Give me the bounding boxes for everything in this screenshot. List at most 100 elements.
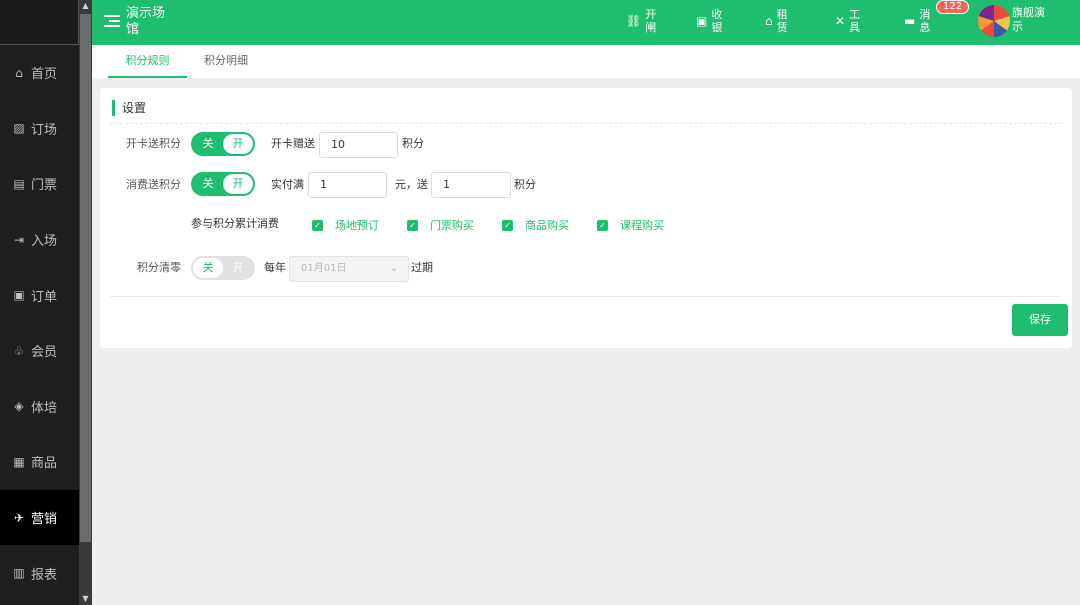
toggle-off-label: 关 — [202, 137, 214, 150]
checkmark-icon: ✓ — [312, 219, 323, 231]
sidebar: ⌂ 首页 ▨ 订场 ▤ 门票 ⇥ 入场 ▣ 订单 ♧ 会员 ◈ 体培 ▦ 商品 ✈ 营销 ▥ 报表 — [0, 0, 79, 605]
sidebar-item-goods[interactable]: ▦ 商品 — [0, 434, 79, 490]
spend-points-input[interactable]: 1 — [431, 172, 511, 198]
scroll-down-arrow-icon[interactable]: ▼ — [79, 593, 92, 605]
rent-button[interactable]: ⌂ 租赁 — [765, 8, 789, 34]
checkbox-label: 课程购买 — [620, 219, 664, 232]
accumulate-label: 参与积分累计消费 — [191, 217, 279, 230]
toggle-off-label: 关 — [202, 177, 214, 190]
spend-points-unit: 积分 — [514, 178, 536, 191]
checkbox-ticket-purchase[interactable]: ✓ 门票购买 — [407, 217, 474, 233]
sidebar-menu: ⌂ 首页 ▨ 订场 ▤ 门票 ⇥ 入场 ▣ 订单 ♧ 会员 ◈ 体培 ▦ 商品 ✈ 营销 ▥ 报表 — [0, 45, 79, 601]
sidebar-item-label: 会员 — [31, 345, 58, 361]
tab-points-rules[interactable]: 积分规则 — [108, 45, 187, 78]
card-points-unit: 积分 — [402, 137, 424, 150]
member-icon: ♧ — [13, 343, 25, 358]
section-title: 设置 — [112, 100, 146, 116]
tool-label: 收银 — [711, 8, 723, 34]
spend-points-label: 消费送积分 — [126, 178, 181, 191]
goods-icon: ▦ — [13, 454, 25, 469]
user-name[interactable]: 旗舰演示 — [1012, 6, 1052, 34]
message-button[interactable]: ▬ 消息 — [904, 8, 931, 34]
sidebar-item-label: 报表 — [31, 567, 58, 583]
checkbox-course-purchase[interactable]: ✓ 课程购买 — [597, 217, 664, 233]
checkbox-court-booking[interactable]: ✓ 场地预订 — [312, 217, 379, 233]
sidebar-item-ticket[interactable]: ▤ 门票 — [0, 156, 79, 212]
message-count-badge: 122 — [936, 0, 970, 14]
checkbox-label: 场地预订 — [335, 219, 379, 232]
checkmark-icon: ✓ — [502, 219, 513, 231]
sidebar-item-marketing[interactable]: ✈ 营销 — [0, 489, 79, 546]
spend-points-toggle[interactable]: 关 开 — [191, 172, 255, 196]
sidebar-item-label: 订场 — [31, 122, 58, 138]
cashier-icon: ▣ — [696, 14, 708, 28]
clear-points-label: 积分清零 — [137, 261, 181, 274]
sidebar-item-entry[interactable]: ⇥ 入场 — [0, 212, 79, 268]
sidebar-item-label: 订单 — [31, 289, 58, 305]
tab-bar: 积分规则 积分明细 — [92, 45, 1080, 78]
sidebar-item-order[interactable]: ▣ 订单 — [0, 267, 79, 323]
checkmark-icon: ✓ — [597, 219, 608, 231]
sidebar-item-label: 入场 — [31, 234, 58, 250]
tool-label: 租赁 — [776, 8, 788, 34]
rent-icon: ⌂ — [765, 14, 773, 28]
checkmark-icon: ✓ — [407, 219, 418, 231]
tab-points-details[interactable]: 积分明细 — [188, 45, 264, 78]
tools-icon: ✕ — [835, 14, 846, 28]
open-gate-button[interactable]: ⛓ 开闸 — [626, 8, 657, 34]
report-icon: ▥ — [13, 566, 25, 581]
top-header: 演示场馆 ⛓ 开闸 ▣ 收银 ⌂ 租赁 ✕ 工具 ▬ 消息 122 旗舰演示 — [92, 0, 1080, 45]
checkbox-goods-purchase[interactable]: ✓ 商品购买 — [502, 217, 569, 233]
save-button[interactable]: 保存 — [1012, 304, 1068, 336]
message-icon: ▬ — [904, 14, 916, 28]
expiry-date-select[interactable]: 01月01日 ⌄ — [289, 256, 409, 282]
ticket-icon: ▤ — [13, 176, 25, 191]
tools-button[interactable]: ✕ 工具 — [835, 8, 861, 34]
marketing-icon: ✈ — [13, 510, 25, 525]
tool-label: 开闸 — [645, 8, 657, 34]
card-points-label: 开卡送积分 — [126, 137, 181, 150]
gate-icon: ⛓ — [626, 14, 642, 28]
venue-name[interactable]: 演示场馆 — [126, 6, 170, 38]
sidebar-item-label: 门票 — [31, 178, 58, 194]
sidebar-item-label: 体培 — [31, 400, 58, 416]
training-icon: ◈ — [14, 399, 24, 414]
clear-prefix: 每年 — [264, 261, 286, 274]
settings-card: 设置 开卡送积分 关 开 开卡赠送 10 积分 消费送积分 关 开 实付满 1 … — [100, 88, 1072, 348]
menu-collapse-icon[interactable] — [104, 13, 120, 29]
scrollbar-thumb[interactable] — [80, 14, 91, 542]
checkbox-label: 商品购买 — [525, 219, 569, 232]
tool-label: 消息 — [919, 8, 931, 34]
chevron-down-icon: ⌄ — [389, 263, 398, 274]
clear-points-toggle[interactable]: 关 开 — [191, 256, 255, 280]
checkbox-label: 门票购买 — [430, 219, 474, 232]
home-icon: ⌂ — [15, 65, 23, 80]
card-gift-prefix: 开卡赠送 — [271, 137, 315, 150]
toggle-off-label: 关 — [193, 258, 223, 278]
spend-prefix: 实付满 — [271, 178, 304, 191]
expiry-date-value: 01月01日 — [301, 263, 347, 274]
cashier-button[interactable]: ▣ 收银 — [696, 8, 723, 34]
sidebar-item-report[interactable]: ▥ 报表 — [0, 545, 79, 601]
sidebar-logo-area — [0, 0, 79, 45]
entry-icon: ⇥ — [13, 232, 25, 247]
tool-label: 工具 — [849, 8, 861, 34]
sidebar-item-home[interactable]: ⌂ 首页 — [0, 45, 79, 101]
sidebar-scrollbar[interactable]: ▲ ▼ — [79, 0, 92, 605]
toggle-on-label: 开 — [232, 261, 244, 274]
sidebar-item-member[interactable]: ♧ 会员 — [0, 323, 79, 379]
toggle-on-label: 开 — [223, 134, 253, 154]
clear-suffix: 过期 — [411, 261, 433, 274]
sidebar-item-court-booking[interactable]: ▨ 订场 — [0, 101, 79, 157]
dashed-divider — [110, 123, 1062, 124]
scroll-up-arrow-icon[interactable]: ▲ — [79, 0, 92, 12]
footer-divider — [110, 296, 1062, 297]
avatar[interactable] — [978, 5, 1010, 37]
court-booking-icon: ▨ — [13, 121, 25, 136]
card-points-input[interactable]: 10 — [319, 132, 398, 158]
sidebar-item-label: 营销 — [31, 512, 58, 528]
card-points-toggle[interactable]: 关 开 — [191, 132, 255, 156]
sidebar-item-training[interactable]: ◈ 体培 — [0, 379, 79, 435]
spend-amount-input[interactable]: 1 — [308, 172, 387, 198]
order-icon: ▣ — [13, 288, 25, 303]
